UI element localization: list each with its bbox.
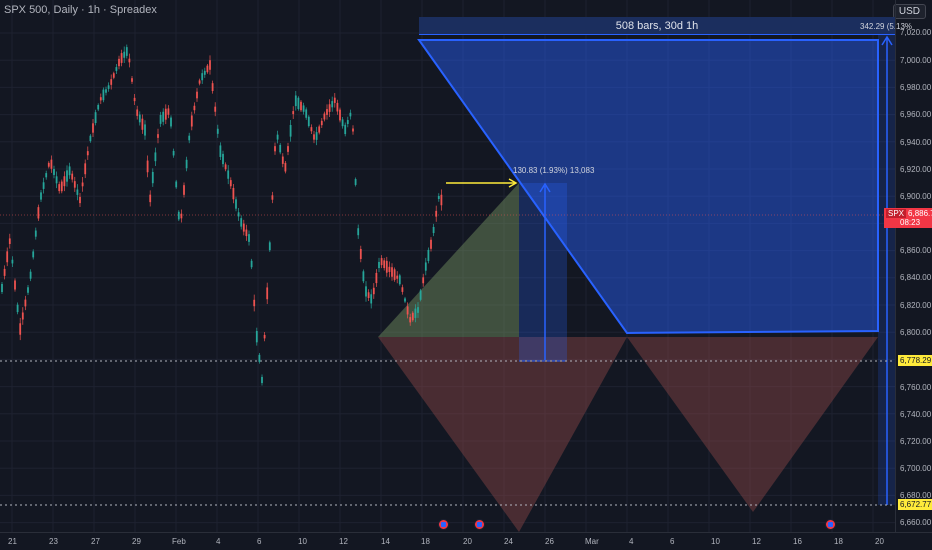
time-tick: 12 <box>752 537 761 546</box>
economic-event-icon[interactable] <box>474 519 485 530</box>
time-tick: 10 <box>298 537 307 546</box>
price-tick: 6,820.00 <box>900 301 932 310</box>
price-tick: 6,960.00 <box>900 110 932 119</box>
time-axis[interactable]: 21 23 27 29 Feb 4 6 10 12 14 18 20 24 26… <box>0 532 932 550</box>
chart-title[interactable]: SPX 500, Daily · 1h · Spreadex <box>4 4 157 16</box>
level-upper-tag[interactable]: 6,778.29 <box>898 355 932 366</box>
price-tick: 6,860.00 <box>900 246 932 255</box>
time-tick: 26 <box>545 537 554 546</box>
date-range-banner[interactable]: 508 bars, 30d 1h <box>419 17 895 35</box>
symbol-label: SPX <box>886 209 907 218</box>
time-tick: 10 <box>711 537 720 546</box>
level-lower-tag[interactable]: 6,672.77 <box>898 499 932 510</box>
time-tick: 21 <box>8 537 17 546</box>
time-tick: 6 <box>257 537 262 546</box>
bar-countdown: 08:23 <box>900 218 921 227</box>
measure-box-small[interactable] <box>519 183 567 361</box>
price-tick: 6,800.00 <box>900 328 932 337</box>
projection-down-zone-left[interactable] <box>378 337 627 532</box>
economic-event-icon[interactable] <box>438 519 449 530</box>
time-tick: 16 <box>793 537 802 546</box>
time-tick: 24 <box>504 537 513 546</box>
price-tick: 7,020.00 <box>900 28 932 37</box>
measure-mid-label: 130.83 (1.93%) 13,083 <box>513 166 595 175</box>
time-tick: 4 <box>629 537 634 546</box>
time-tick: 6 <box>670 537 675 546</box>
price-tick: 6,900.00 <box>900 192 932 201</box>
time-tick: 14 <box>381 537 390 546</box>
time-tick: Feb <box>172 537 186 546</box>
time-tick: 18 <box>834 537 843 546</box>
candlestick-series[interactable] <box>1 44 443 386</box>
price-tick: 6,760.00 <box>900 383 932 392</box>
price-tick: 6,980.00 <box>900 83 932 92</box>
price-tick: 6,920.00 <box>900 165 932 174</box>
time-tick: 23 <box>49 537 58 546</box>
projection-down-zone-right[interactable] <box>627 337 878 512</box>
price-tick: 6,740.00 <box>900 410 932 419</box>
current-price-tag[interactable]: SPX6,886.78 08:23 <box>884 208 932 228</box>
price-tick: 6,660.00 <box>900 518 932 527</box>
chart-pane[interactable]: SPX 500, Daily · 1h · Spreadex USD 508 b… <box>0 0 932 550</box>
time-tick: 20 <box>875 537 884 546</box>
price-tick: 6,700.00 <box>900 464 932 473</box>
economic-event-icon[interactable] <box>825 519 836 530</box>
price-tick: 6,720.00 <box>900 437 932 446</box>
time-tick: Mar <box>585 537 599 546</box>
price-tick: 6,940.00 <box>900 138 932 147</box>
price-axis[interactable]: 7,020.00 7,000.00 6,980.00 6,960.00 6,94… <box>884 0 932 532</box>
time-tick: 27 <box>91 537 100 546</box>
price-chart-canvas[interactable] <box>0 0 932 550</box>
time-tick: 12 <box>339 537 348 546</box>
time-tick: 29 <box>132 537 141 546</box>
time-tick: 4 <box>216 537 221 546</box>
time-tick: 20 <box>463 537 472 546</box>
current-price-value: 6,886.78 <box>908 209 932 218</box>
time-tick: 18 <box>421 537 430 546</box>
price-tick: 7,000.00 <box>900 56 932 65</box>
projection-up-zone[interactable] <box>378 183 519 337</box>
price-tick: 6,840.00 <box>900 273 932 282</box>
